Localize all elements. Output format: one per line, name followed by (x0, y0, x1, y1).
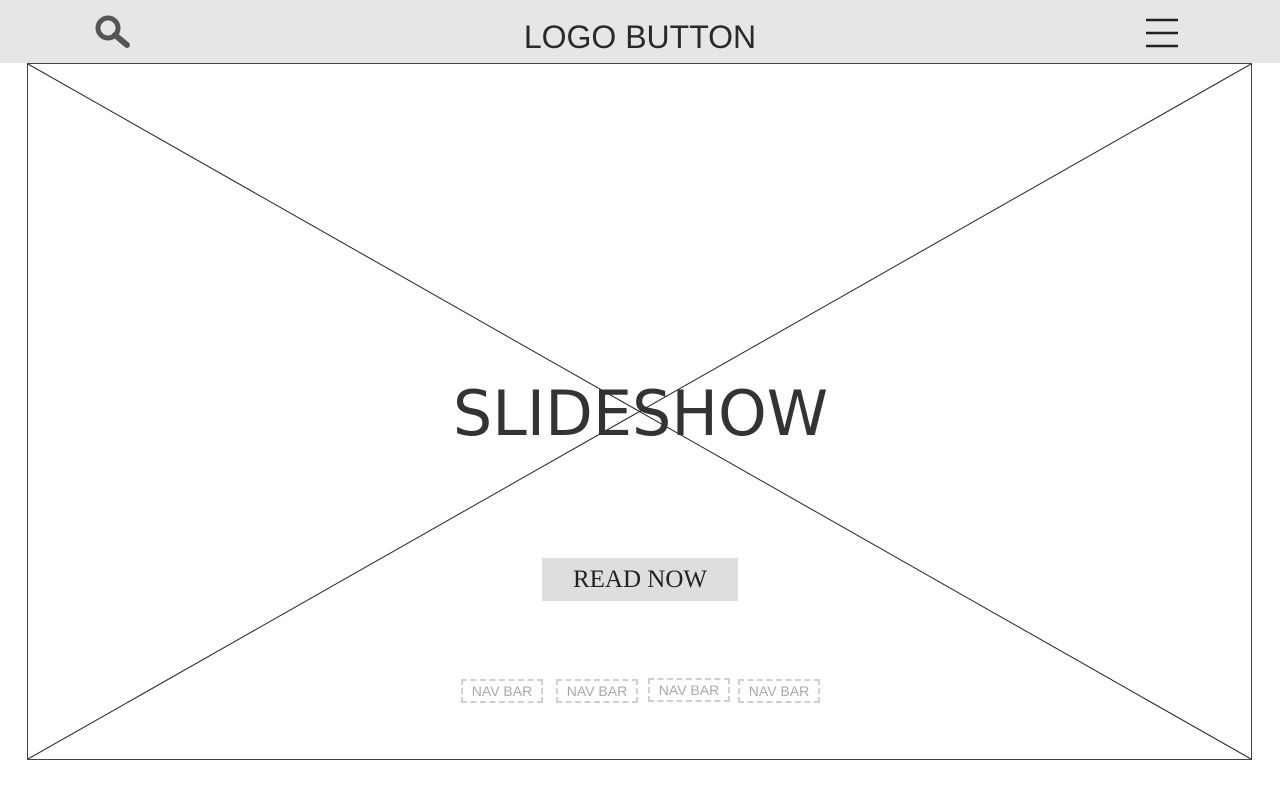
menu-button[interactable] (1140, 14, 1184, 52)
slideshow-title: SLIDESHOW (452, 377, 829, 450)
top-header-bar: LOGO BUTTON (0, 0, 1280, 63)
search-button[interactable] (90, 12, 134, 52)
logo-button[interactable]: LOGO BUTTON (490, 16, 790, 58)
search-icon (95, 15, 130, 48)
hamburger-menu-icon (1146, 18, 1178, 48)
slideshow-placeholder: SLIDESHOW READ NOW NAV BAR NAV BAR NAV B… (27, 63, 1252, 760)
nav-bar-item-2[interactable]: NAV BAR (556, 679, 638, 703)
nav-bar-item-3[interactable]: NAV BAR (648, 678, 730, 702)
read-now-button[interactable]: READ NOW (542, 558, 738, 601)
nav-bar-item-1[interactable]: NAV BAR (461, 679, 543, 703)
nav-bar-item-4[interactable]: NAV BAR (738, 679, 820, 703)
